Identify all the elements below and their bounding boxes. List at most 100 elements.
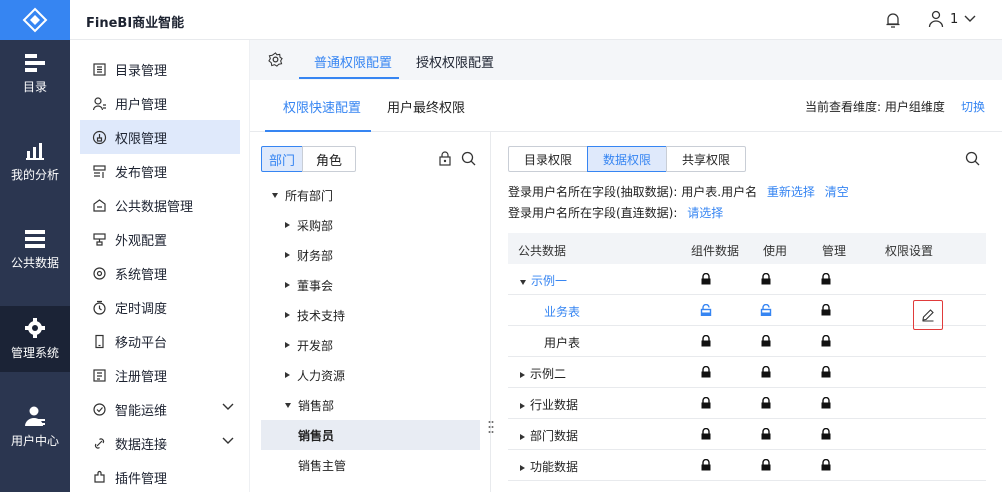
nav-item-mobile[interactable]: 移动平台 [80, 324, 240, 358]
tree-item[interactable]: 所有部门 [250, 180, 491, 210]
lock-icon[interactable] [700, 396, 712, 412]
reselect-link[interactable]: 重新选择 [767, 185, 815, 199]
table-row[interactable]: 部门数据 [508, 419, 986, 450]
tab-grant-permission[interactable]: 授权权限配置 [416, 52, 494, 71]
nav-item-data-manage[interactable]: 公共数据管理 [80, 188, 240, 222]
nav-item-user-manage[interactable]: 用户管理 [80, 86, 240, 120]
settings-gear-icon[interactable] [268, 52, 283, 71]
user-icon [928, 10, 944, 28]
nav-item-appearance[interactable]: 外观配置 [80, 222, 240, 256]
user-menu[interactable]: 1 [928, 10, 976, 28]
tree-item[interactable]: 采购部 [250, 210, 491, 240]
tree-item[interactable]: 技术支持 [250, 300, 491, 330]
collapsed-caret-icon[interactable] [520, 372, 525, 378]
nav-item-publish[interactable]: 发布管理 [80, 154, 240, 188]
collapsed-caret-icon[interactable] [520, 403, 525, 409]
bell-icon[interactable] [885, 11, 901, 33]
header-permission-setting: 权限设置 [885, 244, 934, 258]
tree-item[interactable]: 销售部 [250, 390, 491, 420]
expanded-caret-icon[interactable] [520, 280, 526, 285]
tab-normal-permission[interactable]: 普通权限配置 [314, 52, 392, 71]
expanded-caret-icon[interactable] [272, 192, 278, 198]
segment-role[interactable]: 角色 [302, 146, 356, 172]
tab-share-permission[interactable]: 共享权限 [666, 146, 746, 172]
tab-data-permission[interactable]: 数据权限 [587, 146, 667, 172]
rail-item-catalog[interactable]: 目录 [0, 41, 70, 107]
lock-icon[interactable] [820, 272, 832, 288]
lock-icon[interactable] [820, 396, 832, 412]
clear-link[interactable]: 清空 [825, 185, 849, 199]
lock-icon[interactable] [820, 303, 832, 319]
table-row[interactable]: 示例一 [508, 264, 986, 295]
table-row[interactable]: 业务表 [508, 295, 986, 330]
tree-item[interactable]: 董事会 [250, 270, 491, 300]
tree-item[interactable]: 财务部 [250, 240, 491, 270]
collapsed-caret-icon[interactable] [520, 434, 525, 440]
lock-icon[interactable] [820, 365, 832, 381]
nav-item-connection[interactable]: 数据连接 [80, 426, 240, 460]
search-icon[interactable] [965, 151, 980, 170]
collapsed-caret-icon[interactable] [520, 465, 525, 471]
collapsed-caret-icon[interactable] [285, 312, 290, 318]
rail-item-public-data[interactable]: 公共数据 [0, 217, 70, 283]
segment-department[interactable]: 部门 [261, 146, 303, 172]
lock-icon[interactable] [820, 427, 832, 443]
user-name: 1 [950, 11, 959, 27]
collapsed-caret-icon[interactable] [285, 372, 290, 378]
catalog-manage-icon [92, 62, 107, 77]
connection-icon [92, 436, 107, 451]
collapsed-caret-icon[interactable] [285, 282, 290, 288]
lock-icon[interactable] [820, 458, 832, 474]
lock-icon[interactable] [760, 396, 772, 412]
lock-icon[interactable] [700, 427, 712, 443]
rail-item-gear[interactable]: 管理系统 [0, 306, 70, 372]
search-icon[interactable] [461, 151, 476, 170]
extract-field-label: 登录用户名所在字段(抽取数据): [508, 185, 678, 199]
collapsed-caret-icon[interactable] [285, 252, 290, 258]
lock-icon[interactable] [700, 272, 712, 288]
switch-dimension-link[interactable]: 切换 [961, 98, 985, 115]
tab-catalog-permission[interactable]: 目录权限 [508, 146, 588, 172]
tab-underline [299, 77, 399, 79]
lock-filter-icon[interactable] [438, 151, 452, 170]
nav-item-catalog-manage[interactable]: 目录管理 [80, 52, 240, 86]
analysis-icon [25, 142, 45, 160]
tab-quick-config[interactable]: 权限快速配置 [283, 97, 361, 116]
unlocked-icon[interactable] [700, 303, 712, 319]
nav-item-schedule[interactable]: 定时调度 [80, 290, 240, 324]
nav-item-register[interactable]: 注册管理 [80, 358, 240, 392]
please-select-link[interactable]: 请选择 [687, 206, 723, 220]
tree-item[interactable]: 销售员 [261, 420, 480, 450]
collapsed-caret-icon[interactable] [285, 222, 290, 228]
tree-item[interactable]: 开发部 [250, 330, 491, 360]
collapsed-caret-icon[interactable] [285, 342, 290, 348]
nav-item-permission[interactable]: 权限管理 [80, 120, 240, 154]
app-logo[interactable] [0, 0, 70, 40]
nav-item-system[interactable]: 系统管理 [80, 256, 240, 290]
lock-icon[interactable] [700, 365, 712, 381]
view-dimension-label: 当前查看维度: 用户组维度 [805, 100, 945, 114]
lock-icon[interactable] [820, 334, 832, 350]
tab-final-permission[interactable]: 用户最终权限 [387, 97, 465, 116]
table-row[interactable]: 示例二 [508, 357, 986, 388]
lock-icon[interactable] [760, 334, 772, 350]
expanded-caret-icon[interactable] [285, 402, 291, 408]
nav-item-plugin[interactable]: 插件管理 [80, 460, 240, 494]
tree-item[interactable]: 人力资源 [250, 360, 491, 390]
lock-icon[interactable] [700, 458, 712, 474]
rail-item-user-center[interactable]: 用户中心 [0, 394, 70, 460]
nav-item-label: 发布管理 [115, 165, 168, 181]
table-row[interactable]: 用户表 [508, 326, 986, 357]
table-row[interactable]: 功能数据 [508, 450, 986, 481]
rail-item-analysis[interactable]: 我的分析 [0, 129, 70, 195]
lock-icon[interactable] [760, 427, 772, 443]
tree-item[interactable]: 销售主管 [250, 450, 491, 480]
lock-icon[interactable] [760, 272, 772, 288]
table-header: 公共数据 组件数据 使用 管理 权限设置 [508, 233, 986, 264]
unlocked-icon[interactable] [760, 303, 772, 319]
lock-icon[interactable] [760, 458, 772, 474]
table-row[interactable]: 行业数据 [508, 388, 986, 419]
lock-icon[interactable] [700, 334, 712, 350]
nav-item-ops[interactable]: 智能运维 [80, 392, 240, 426]
lock-icon[interactable] [760, 365, 772, 381]
